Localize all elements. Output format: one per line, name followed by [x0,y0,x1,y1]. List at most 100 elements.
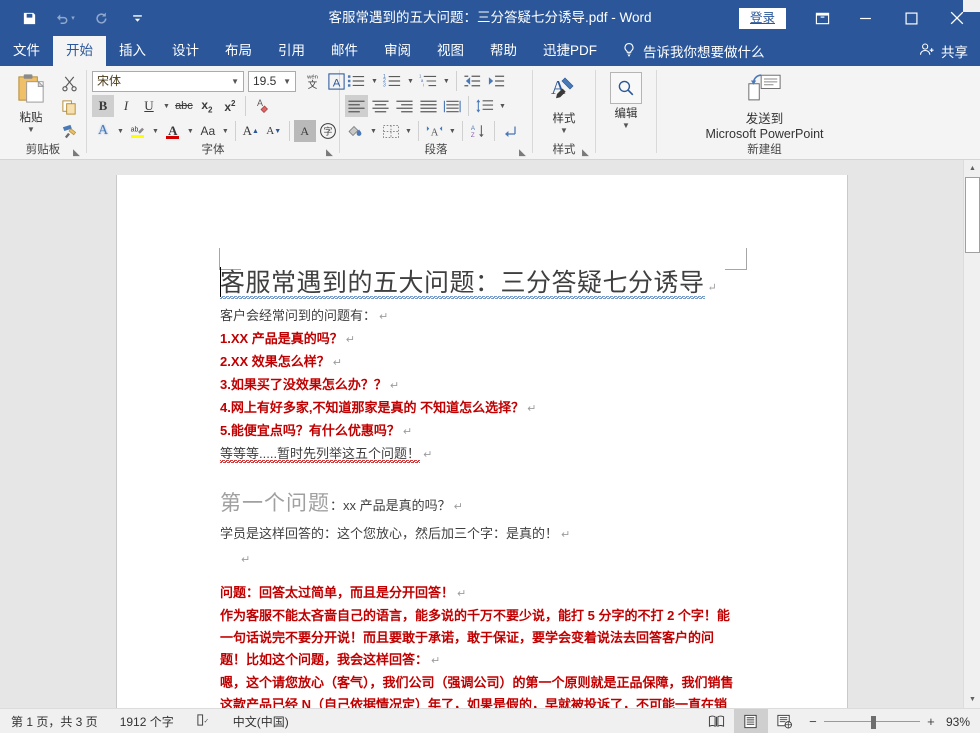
minimize-icon[interactable] [842,0,888,36]
zoom-level[interactable]: 93% [946,715,980,729]
scroll-down-icon[interactable]: ▼ [964,691,980,708]
zoom-slider[interactable] [823,715,920,729]
format-painter-icon[interactable] [57,120,81,142]
character-shading-icon[interactable]: A [293,120,316,142]
clear-formatting-icon[interactable]: A [250,95,272,117]
tab-home[interactable]: 开始 [53,36,106,66]
page-info[interactable]: 第 1 页，共 3 页 [0,713,109,730]
save-icon[interactable] [18,7,40,29]
styles-button[interactable]: A 样式 ▼ [538,70,590,135]
proofing-status[interactable]: ✓ [185,713,222,730]
font-size-combo[interactable]: 19.5 ▼ [248,70,296,92]
highlight-caret[interactable]: ▼ [150,128,161,135]
align-left-button[interactable] [345,95,368,117]
sign-in-button[interactable]: 登录 [738,7,786,29]
copy-icon[interactable] [57,96,81,118]
web-layout-icon[interactable] [768,709,802,733]
tab-xunjie-pdf[interactable]: 迅捷PDF [530,36,610,66]
undo-icon[interactable]: ▾ [54,7,76,29]
highlight-color-icon[interactable]: ab [127,120,149,142]
print-layout-icon[interactable] [733,709,768,733]
zoom-slider-thumb[interactable] [870,715,876,729]
multilevel-list-icon[interactable]: 1ai [417,70,440,92]
italic-button[interactable]: I [115,95,137,117]
tab-layout[interactable]: 布局 [212,36,265,66]
bold-button[interactable]: B [92,95,114,117]
tab-references[interactable]: 引用 [265,36,318,66]
increase-indent-icon[interactable] [485,70,508,92]
font-size-caret[interactable]: ▼ [283,72,291,91]
multilevel-caret[interactable]: ▼ [441,78,452,85]
zoom-in-button[interactable]: + [926,714,936,729]
read-mode-icon[interactable] [700,709,734,733]
document-body[interactable]: 客服常遇到的五大问题：三分答疑七分诱导 ↵ 客户会经常问到的问题有： ↵ 1.XX … [220,267,750,708]
change-case-caret[interactable]: ▼ [220,128,231,135]
underline-button[interactable]: U [138,95,160,117]
distribute-button[interactable] [441,95,464,117]
borders-caret[interactable]: ▼ [403,128,414,135]
scrollbar-thumb[interactable] [965,177,980,253]
font-color-caret[interactable]: ▼ [185,128,196,135]
send-to-powerpoint-button[interactable]: 发送到 Microsoft PowerPoint [705,70,824,141]
line-spacing-icon[interactable] [473,95,496,117]
subscript-button[interactable]: x2 [196,95,218,117]
underline-caret[interactable]: ▼ [161,103,172,110]
font-name-combo[interactable]: 宋体 ▼ [92,70,244,92]
text-effects-caret[interactable]: ▼ [115,128,126,135]
paragraph-dialog-launcher[interactable]: ◣ [517,147,528,158]
numbering-icon[interactable]: 123 [381,70,404,92]
word-count[interactable]: 1912 个字 [109,713,185,730]
shrink-font-icon[interactable]: A ▼ [263,120,285,142]
cut-icon[interactable] [57,72,81,94]
shading-icon[interactable] [345,120,367,142]
text-effects-icon[interactable]: A [92,120,114,142]
phonetic-guide-icon[interactable]: wén 文 [301,70,324,92]
ribbon-display-options-icon[interactable] [802,0,842,36]
font-color-icon[interactable]: A [162,120,184,142]
strikethrough-button[interactable]: abc [173,95,195,117]
font-dialog-launcher[interactable]: ◣ [324,147,335,158]
tab-design[interactable]: 设计 [159,36,212,66]
editing-button[interactable]: 编辑 ▼ [601,70,651,130]
bullets-caret[interactable]: ▼ [369,78,380,85]
share-button[interactable]: 共享 [919,36,968,66]
tell-me-box[interactable]: 告诉我你想要做什么 [610,36,777,66]
character-border-icon[interactable]: 字 [317,120,339,142]
tab-mailings[interactable]: 邮件 [318,36,371,66]
align-right-button[interactable] [393,95,416,117]
justify-button[interactable] [417,95,440,117]
font-name-caret[interactable]: ▼ [231,72,239,91]
show-formatting-marks-icon[interactable] [499,120,521,142]
styles-dialog-launcher[interactable]: ◣ [580,147,591,158]
tab-view[interactable]: 视图 [424,36,477,66]
line-spacing-caret[interactable]: ▼ [497,103,508,110]
tab-insert[interactable]: 插入 [106,36,159,66]
document-page[interactable]: 客服常遇到的五大问题：三分答疑七分诱导 ↵ 客户会经常问到的问题有： ↵ 1.XX … [116,175,848,708]
scroll-up-icon[interactable]: ▲ [964,160,980,177]
clipboard-dialog-launcher[interactable]: ◣ [71,147,82,158]
decrease-indent-icon[interactable] [461,70,484,92]
tab-review[interactable]: 审阅 [371,36,424,66]
shading-caret[interactable]: ▼ [368,128,379,135]
borders-icon[interactable] [380,120,402,142]
editing-dropdown-caret[interactable]: ▼ [622,122,630,130]
superscript-button[interactable]: x2 [219,95,241,117]
paste-button[interactable]: 粘贴 ▼ [5,70,57,134]
grow-font-icon[interactable]: A ▲ [240,120,262,142]
tab-file[interactable]: 文件 [0,36,53,66]
bullets-icon[interactable] [345,70,368,92]
maximize-icon[interactable] [888,0,934,36]
redo-icon[interactable] [90,7,112,29]
language-status[interactable]: 中文(中国) [222,713,300,730]
vertical-scrollbar[interactable]: ▲ ▼ [963,160,980,708]
zoom-control[interactable]: − + [802,714,946,729]
zoom-out-button[interactable]: − [808,714,818,729]
tab-help[interactable]: 帮助 [477,36,530,66]
align-center-button[interactable] [369,95,392,117]
numbering-caret[interactable]: ▼ [405,78,416,85]
paste-dropdown-caret[interactable]: ▼ [27,126,35,134]
asian-layout-icon[interactable]: A [423,120,446,142]
customize-qat-icon[interactable] [126,7,148,29]
document-canvas[interactable]: 客服常遇到的五大问题：三分答疑七分诱导 ↵ 客户会经常问到的问题有： ↵ 1.XX … [0,160,980,708]
styles-dropdown-caret[interactable]: ▼ [560,127,568,135]
